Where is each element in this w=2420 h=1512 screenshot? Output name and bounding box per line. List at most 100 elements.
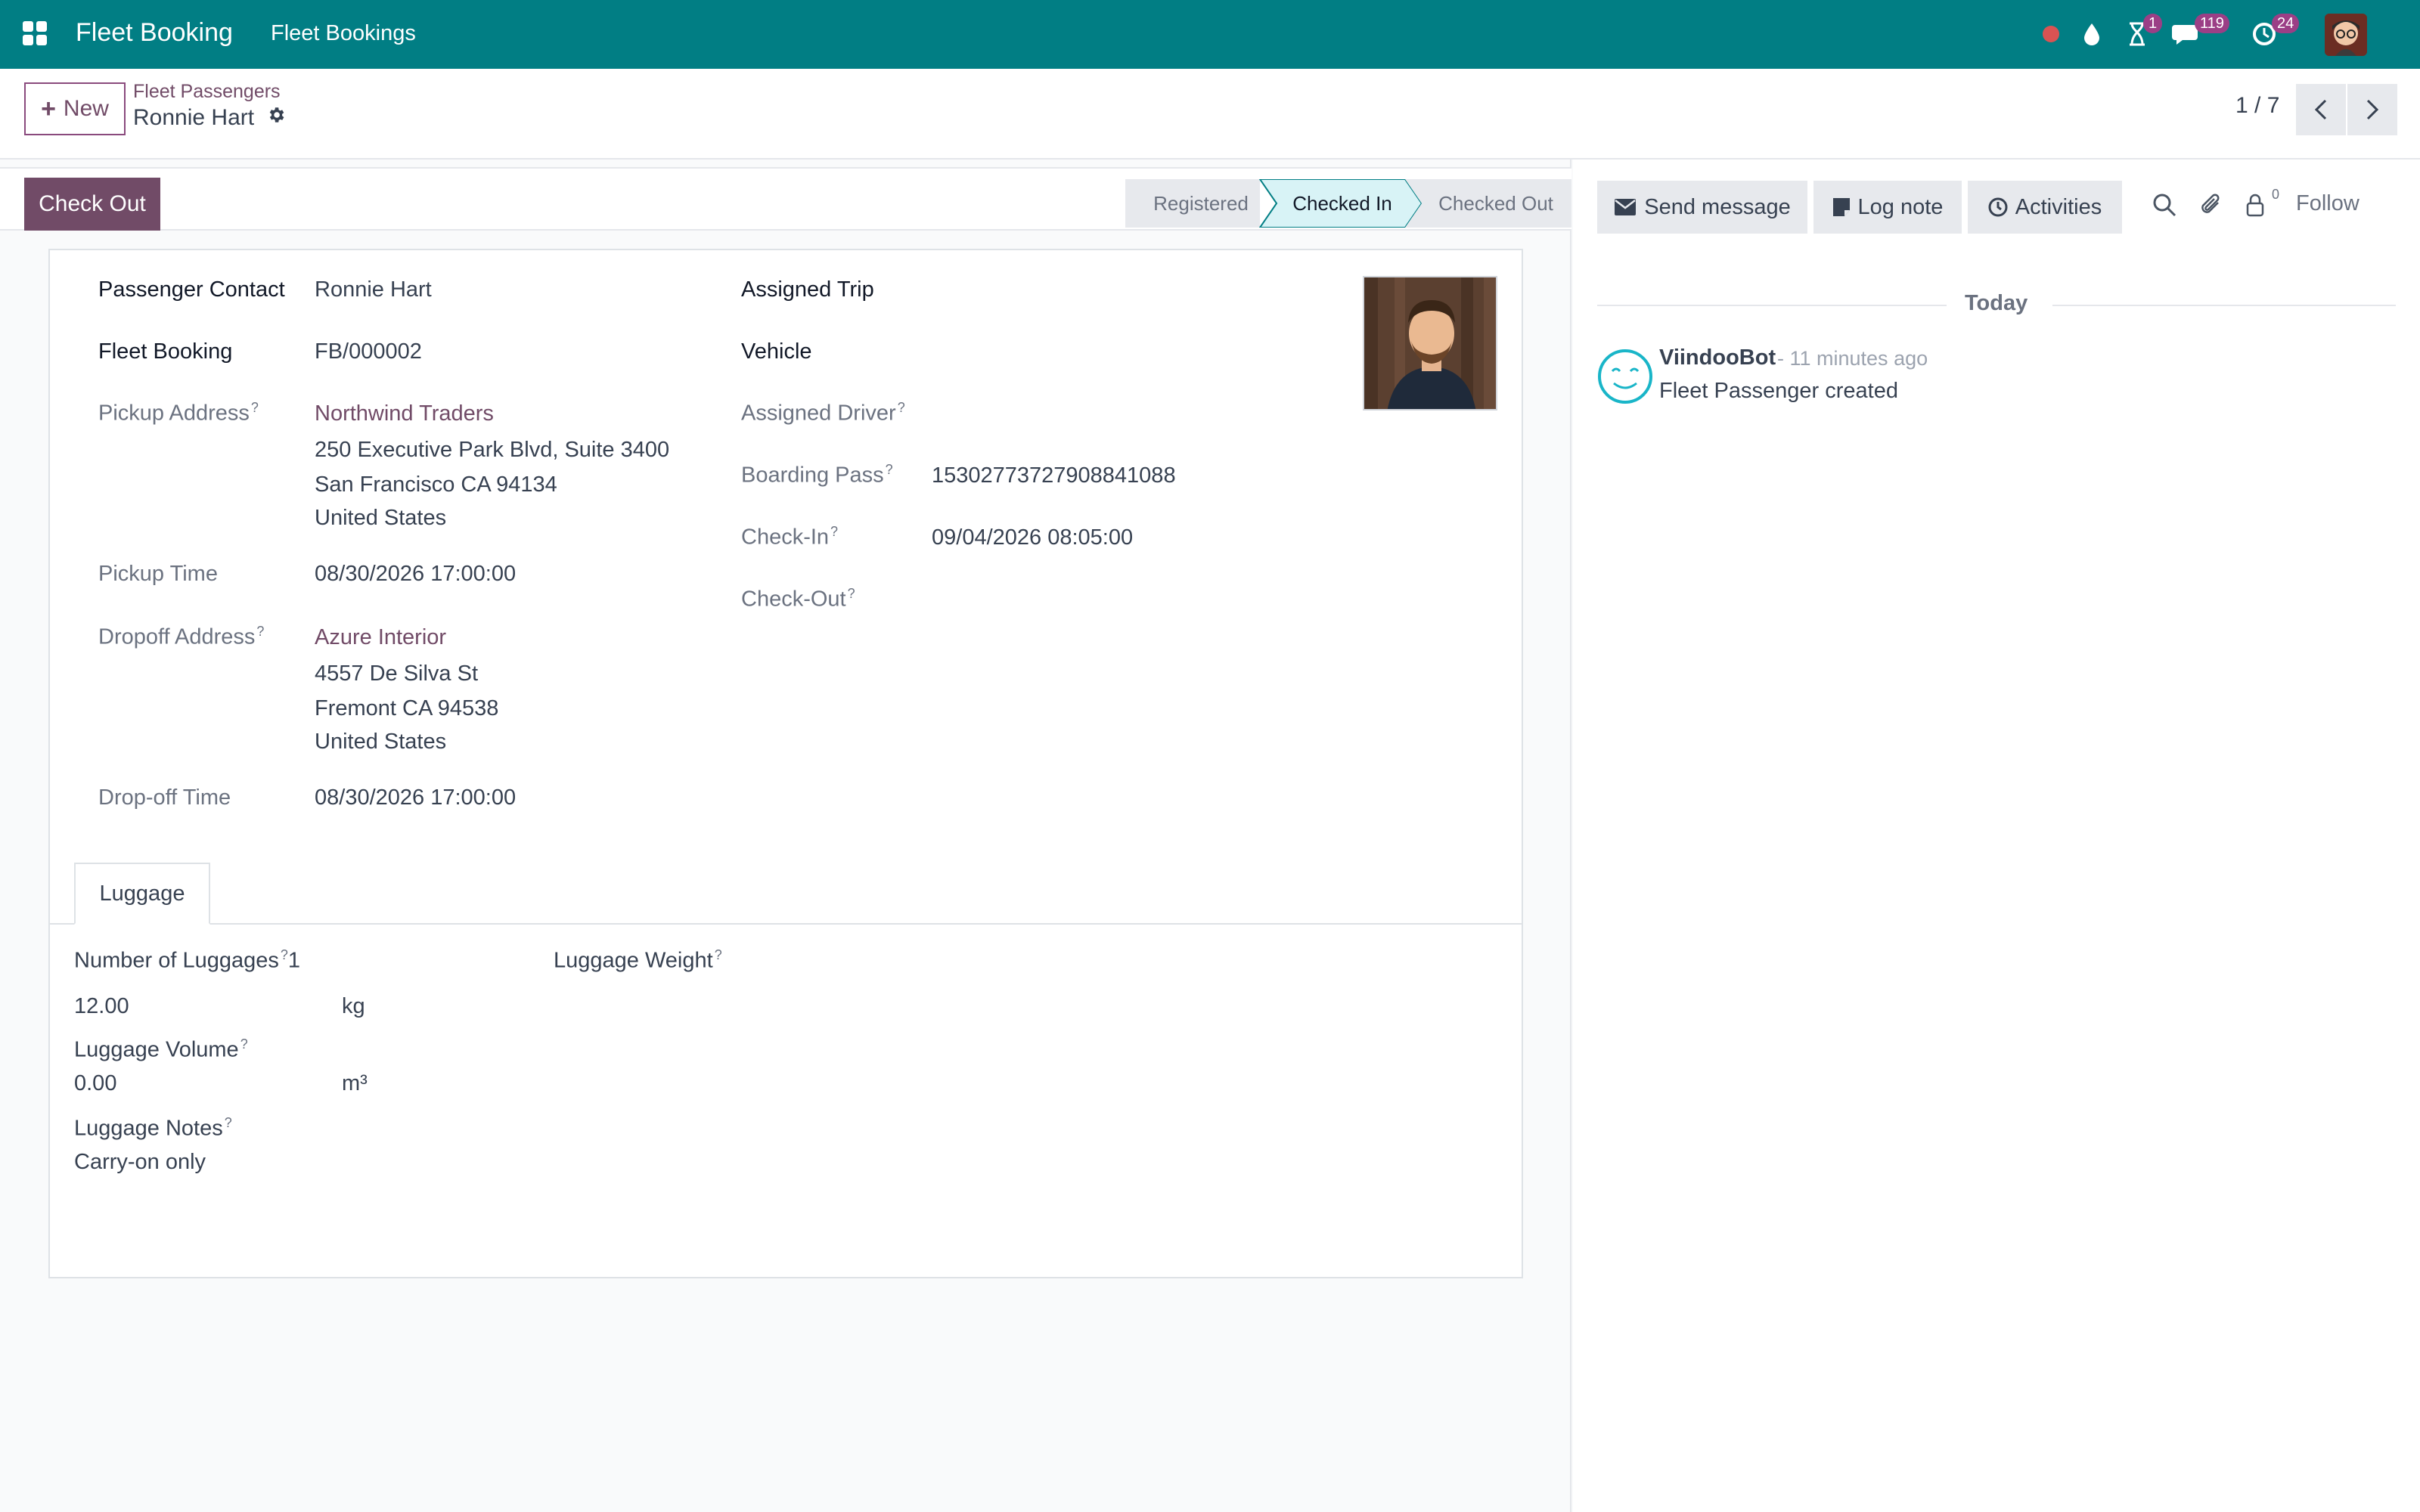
help-tooltip-icon[interactable]: ? — [225, 1115, 232, 1130]
luggage-weight-field[interactable]: 12.00 — [74, 994, 129, 1019]
form-sheet: Passenger Contact Ronnie Hart Fleet Book… — [48, 249, 1523, 1278]
message-body: Fleet Passenger created — [1659, 379, 1898, 403]
check-out-button[interactable]: Check Out — [24, 178, 160, 231]
chatter-panel: Send message Log note Activities 0 Follo… — [1573, 160, 2420, 1512]
gear-icon[interactable] — [266, 105, 286, 131]
boarding-pass-field[interactable]: 15302773727908841088 — [932, 463, 1176, 488]
bot-avatar-icon — [1597, 349, 1653, 404]
control-panel: + New Fleet Passengers Ronnie Hart 1 / 7 — [0, 69, 2420, 160]
help-tooltip-icon[interactable]: ? — [898, 400, 905, 415]
stage-registered[interactable]: Registered — [1125, 179, 1277, 228]
drop-icon[interactable] — [2077, 17, 2107, 51]
tabs-divider — [50, 923, 1522, 925]
date-divider-today: Today — [1965, 291, 2028, 315]
activities-label: Activities — [2015, 194, 2102, 219]
pager-value[interactable]: 1 / 7 — [2235, 93, 2279, 119]
updates-badge: 24 — [2272, 14, 2300, 33]
updates-clock-icon[interactable]: 24 — [2249, 14, 2300, 51]
form-pane: Check Out Registered Checked In Checked … — [0, 160, 1571, 1512]
pickup-address-line3: United States — [315, 506, 447, 530]
pickup-company-link[interactable]: Northwind Traders — [315, 401, 494, 426]
stage-pipeline: Registered Checked In Checked Out — [1125, 179, 1571, 228]
messages-icon[interactable]: 119 — [2167, 14, 2229, 51]
luggage-volume-unit: m³ — [342, 1071, 368, 1095]
new-button-label: New — [63, 96, 109, 121]
user-avatar[interactable] — [2325, 14, 2367, 56]
luggage-volume-label: Luggage Volume? — [74, 1036, 248, 1062]
help-tooltip-icon[interactable]: ? — [281, 947, 288, 962]
passenger-contact-label: Passenger Contact — [98, 277, 285, 302]
activity-hourglass-icon[interactable]: 1 — [2122, 14, 2163, 51]
menu-fleet-bookings[interactable]: Fleet Bookings — [271, 21, 416, 46]
vehicle-label: Vehicle — [741, 339, 812, 364]
new-button[interactable]: + New — [24, 82, 126, 135]
log-note-label: Log note — [1857, 194, 1944, 219]
dropoff-company-link[interactable]: Azure Interior — [315, 625, 446, 650]
dropoff-time-field[interactable]: 08/30/2026 17:00:00 — [315, 785, 516, 810]
pager-previous-button[interactable] — [2296, 84, 2346, 135]
activities-button[interactable]: Activities — [1968, 181, 2122, 234]
help-tooltip-icon[interactable]: ? — [240, 1036, 248, 1052]
record-title: Ronnie Hart — [133, 105, 255, 130]
note-icon — [1832, 198, 1850, 216]
chevron-left-icon — [2314, 99, 2327, 120]
help-tooltip-icon[interactable]: ? — [256, 624, 264, 639]
pickup-address-label: Pickup Address? — [98, 400, 259, 426]
fleet-booking-field[interactable]: FB/000002 — [315, 339, 422, 364]
help-tooltip-icon[interactable]: ? — [830, 524, 838, 539]
pickup-time-label: Pickup Time — [98, 562, 218, 586]
app-brand[interactable]: Fleet Booking — [76, 18, 233, 48]
message-author[interactable]: ViindooBot — [1659, 345, 1776, 370]
number-of-luggages-label: Number of Luggages ?1 — [74, 947, 300, 973]
send-message-button[interactable]: Send message — [1597, 181, 1807, 234]
date-divider-right — [2052, 305, 2396, 306]
assigned-driver-label: Assigned Driver? — [741, 400, 905, 426]
number-of-luggages-field[interactable]: 1 — [288, 949, 300, 973]
apps-grid-icon[interactable] — [23, 21, 47, 45]
pickup-time-field[interactable]: 08/30/2026 17:00:00 — [315, 562, 516, 587]
follower-count: 0 — [2272, 187, 2280, 202]
luggage-notes-field[interactable]: Carry-on only — [74, 1150, 206, 1175]
record-dot-icon[interactable] — [2036, 17, 2066, 51]
plus-icon: + — [41, 94, 56, 123]
pager-next-button[interactable] — [2347, 84, 2397, 135]
check-in-field[interactable]: 09/04/2026 08:05:00 — [932, 525, 1133, 550]
message-timestamp: - 11 minutes ago — [1777, 347, 1928, 370]
help-tooltip-icon[interactable]: ? — [886, 462, 893, 477]
breadcrumb-current: Ronnie Hart — [133, 105, 286, 131]
breadcrumb-parent[interactable]: Fleet Passengers — [133, 81, 281, 103]
followers-lock-icon[interactable] — [2240, 190, 2270, 220]
pickup-address-line2: San Francisco CA 94134 — [315, 472, 557, 497]
clock-icon — [1988, 197, 2008, 217]
activity-badge: 1 — [2143, 14, 2163, 33]
help-tooltip-icon[interactable]: ? — [715, 947, 722, 962]
paperclip-icon[interactable] — [2196, 190, 2226, 220]
tab-luggage[interactable]: Luggage — [74, 863, 210, 925]
stage-checked-in[interactable]: Checked In — [1272, 179, 1413, 228]
chevron-right-icon — [2366, 99, 2379, 120]
date-divider-left — [1597, 305, 1947, 306]
assigned-trip-label: Assigned Trip — [741, 277, 874, 302]
dropoff-address-line1: 4557 De Silva St — [315, 662, 479, 686]
luggage-weight-unit: kg — [342, 994, 365, 1018]
passenger-contact-field[interactable]: Ronnie Hart — [315, 277, 432, 302]
stage-checked-out[interactable]: Checked Out — [1420, 179, 1571, 228]
log-note-button[interactable]: Log note — [1813, 181, 1962, 234]
send-message-label: Send message — [1644, 194, 1791, 219]
luggage-notes-label: Luggage Notes? — [74, 1115, 232, 1141]
dropoff-address-label: Dropoff Address? — [98, 624, 265, 649]
systray: 1 119 24 — [2027, 0, 2420, 69]
luggage-volume-field[interactable]: 0.00 — [74, 1071, 116, 1096]
search-icon[interactable] — [2149, 190, 2180, 220]
dropoff-address-line2: Fremont CA 94538 — [315, 696, 499, 720]
fleet-booking-label: Fleet Booking — [98, 339, 233, 364]
boarding-pass-label: Boarding Pass? — [741, 462, 893, 488]
dropoff-address-line3: United States — [315, 730, 447, 754]
passenger-photo[interactable] — [1363, 276, 1497, 411]
follow-button[interactable]: Follow — [2296, 191, 2360, 216]
pickup-address-line1: 250 Executive Park Blvd, Suite 3400 — [315, 438, 670, 462]
messages-badge: 119 — [2195, 14, 2229, 33]
help-tooltip-icon[interactable]: ? — [251, 400, 259, 415]
help-tooltip-icon[interactable]: ? — [848, 586, 855, 601]
envelope-icon — [1615, 199, 1637, 215]
